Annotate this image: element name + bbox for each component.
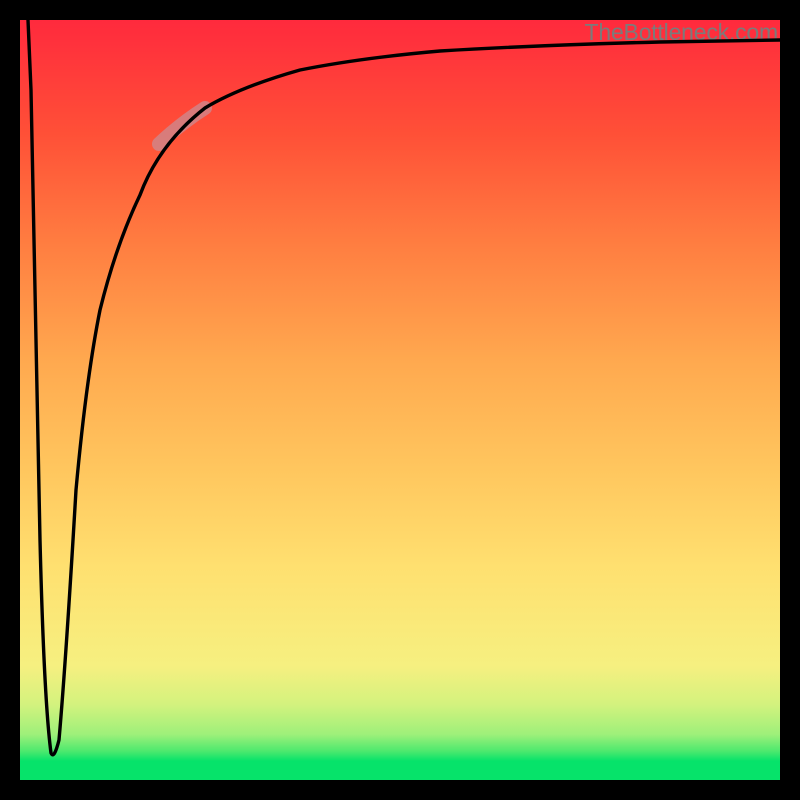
chart-frame: TheBottleneck.com <box>0 0 800 800</box>
plot-area: TheBottleneck.com <box>20 20 780 780</box>
bottleneck-curve <box>28 20 780 755</box>
curve-layer <box>20 20 780 780</box>
